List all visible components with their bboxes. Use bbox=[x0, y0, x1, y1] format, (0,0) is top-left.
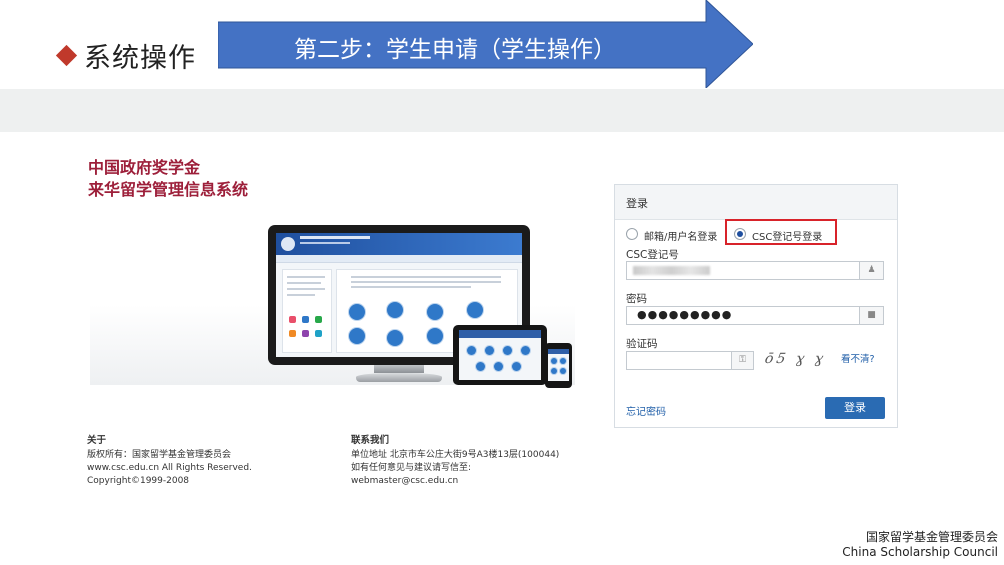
diamond-bullet-icon bbox=[55, 44, 78, 67]
about-line3: Copyright©1999-2008 bbox=[87, 476, 190, 486]
blurred-csc-number bbox=[633, 266, 710, 275]
contact-line1: 单位地址 北京市车公庄大街9号A3楼13层(100044) bbox=[351, 450, 560, 460]
phone-image bbox=[545, 343, 572, 388]
csc-number-input[interactable]: ♟ bbox=[626, 261, 884, 280]
lock-icon: ■ bbox=[859, 307, 883, 324]
system-title: 中国政府奖学金 来华留学管理信息系统 bbox=[88, 157, 248, 201]
contact-heading: 联系我们 bbox=[351, 435, 390, 446]
step-arrow-banner: 第二步：学生申请（学生操作） bbox=[218, 0, 753, 88]
screen-logo-icon bbox=[281, 237, 295, 251]
login-header: 登录 bbox=[615, 185, 897, 220]
radio-email-label[interactable]: 邮箱/用户名登录 bbox=[644, 228, 717, 243]
device-illustration bbox=[90, 215, 575, 395]
monitor-neck bbox=[374, 365, 424, 373]
step-banner-text: 第二步：学生申请（学生操作） bbox=[294, 37, 616, 63]
screen-header bbox=[276, 233, 522, 255]
contact-email[interactable]: webmaster@csc.edu.cn bbox=[351, 475, 559, 488]
user-icon: ♟ bbox=[859, 262, 883, 279]
login-title: 登录 bbox=[626, 197, 648, 210]
captcha-label: 验证码 bbox=[626, 338, 658, 350]
header-band bbox=[0, 89, 1004, 132]
password-input[interactable]: ●●●●●●●●● ■ bbox=[626, 306, 884, 325]
screen-nav bbox=[276, 255, 522, 263]
contact-section: 联系我们 单位地址 北京市车公庄大街9号A3楼13层(100044) 如有任何意… bbox=[351, 434, 559, 488]
login-panel: 登录 邮箱/用户名登录 CSC登记号登录 CSC登记号 ♟ 密码 ●●●●●●●… bbox=[614, 184, 898, 428]
captcha-refresh-link[interactable]: 看不清? bbox=[841, 351, 875, 365]
radio-email-login[interactable] bbox=[626, 228, 638, 240]
contact-line2: 如有任何意见与建议请写信至: bbox=[351, 463, 472, 473]
screen-left-panel bbox=[282, 269, 332, 353]
organization-name: 国家留学基金管理委员会 China Scholarship Council bbox=[842, 530, 998, 560]
csc-number-label: CSC登记号 bbox=[626, 249, 679, 261]
system-title-line2: 来华留学管理信息系统 bbox=[88, 180, 249, 199]
tablet-image bbox=[453, 325, 547, 385]
about-line1: 版权所有：国家留学基金管理委员会 bbox=[87, 450, 232, 460]
login-button[interactable]: 登录 bbox=[825, 397, 885, 419]
about-section: 关于 版权所有：国家留学基金管理委员会 www.csc.edu.cn All R… bbox=[87, 434, 252, 488]
section-title-text: 系统操作 bbox=[84, 43, 196, 74]
password-label: 密码 bbox=[626, 293, 647, 305]
monitor-stand bbox=[356, 373, 442, 382]
about-heading: 关于 bbox=[87, 435, 107, 446]
about-line2[interactable]: www.csc.edu.cn All Rights Reserved. bbox=[87, 462, 252, 475]
captcha-input[interactable] bbox=[626, 351, 732, 370]
captcha-image[interactable]: ō5 ɣ ɣ bbox=[763, 351, 828, 370]
password-value: ●●●●●●●●● bbox=[637, 308, 733, 321]
captcha-image-text: ō5 ɣ ɣ bbox=[763, 351, 828, 367]
slide-section-title: 系统操作 bbox=[55, 36, 196, 75]
highlight-box bbox=[725, 219, 837, 245]
organization-name-cn: 国家留学基金管理委员会 bbox=[865, 530, 998, 544]
organization-name-en: China Scholarship Council bbox=[842, 545, 998, 559]
system-title-line1: 中国政府奖学金 bbox=[88, 158, 201, 177]
key-icon: ⚿ bbox=[732, 351, 754, 370]
forgot-password-link[interactable]: 忘记密码 bbox=[626, 403, 666, 418]
